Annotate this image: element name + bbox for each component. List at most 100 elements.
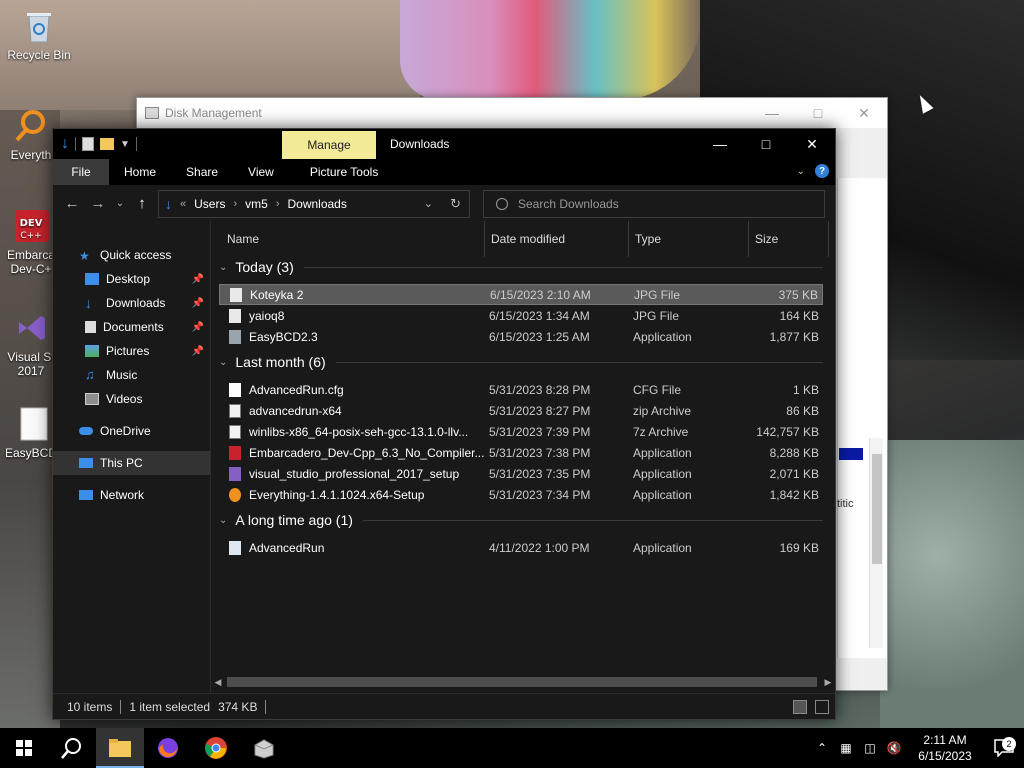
clock[interactable]: 2:11 AM 6/15/2023	[906, 732, 984, 764]
file-row[interactable]: Koteyka 2 6/15/2023 2:10 AM JPG File 375…	[219, 284, 823, 305]
chevron-down-icon: ⌄	[219, 514, 228, 526]
search-icon	[61, 738, 81, 759]
address-bar[interactable]: ↓ « Users › vm5 › Downloads ⌄ ↻	[158, 190, 470, 218]
tab-view[interactable]: View	[233, 159, 289, 185]
file-type: Application	[633, 329, 692, 344]
nav-this-pc[interactable]: This PC	[53, 451, 210, 475]
breadcrumb-overflow[interactable]: «	[180, 198, 186, 210]
customize-qat-icon[interactable]: ▼	[120, 139, 130, 150]
chevron-right-icon[interactable]: ›	[233, 198, 237, 210]
close-icon[interactable]: ✕	[789, 129, 835, 159]
volume-muted-icon[interactable]: 🔇	[882, 741, 906, 755]
security-shield-icon[interactable]: ▦	[834, 741, 858, 755]
nav-quick-access[interactable]: ★ Quick access	[53, 243, 210, 267]
scrollbar-thumb[interactable]	[872, 454, 882, 564]
properties-icon[interactable]	[82, 137, 94, 151]
music-icon: ♫	[85, 367, 95, 382]
file-row[interactable]: Everything-1.4.1.1024.x64-Setup 5/31/202…	[219, 484, 823, 505]
column-size[interactable]: Size	[749, 221, 829, 257]
nav-desktop[interactable]: Desktop 📌	[53, 267, 210, 291]
cfg-file-icon	[229, 382, 241, 397]
group-header-long-time-ago[interactable]: ⌄ A long time ago (1)	[219, 512, 823, 528]
column-type[interactable]: Type	[629, 221, 749, 257]
chevron-down-icon[interactable]: ⌄	[424, 197, 433, 210]
file-size: 86 KB	[786, 403, 819, 418]
file-row[interactable]: winlibs-x86_64-posix-seh-gcc-13.1.0-llv.…	[219, 421, 823, 442]
file-type: Application	[633, 445, 692, 460]
tab-home[interactable]: Home	[109, 159, 171, 185]
column-date-modified[interactable]: Date modified	[485, 221, 629, 257]
tab-share[interactable]: Share	[171, 159, 233, 185]
nav-onedrive[interactable]: OneDrive	[53, 419, 210, 443]
breadcrumb-users[interactable]: Users	[194, 197, 225, 211]
file-row[interactable]: AdvancedRun 4/11/2022 1:00 PM Applicatio…	[219, 537, 823, 558]
group-header-today[interactable]: ⌄ Today (3)	[219, 259, 823, 275]
explorer-titlebar[interactable]: ↓ ▼ Manage Downloads — □ ✕	[53, 129, 835, 159]
nav-network[interactable]: Network	[53, 483, 210, 507]
breadcrumb-downloads[interactable]: Downloads	[287, 197, 346, 211]
details-view-icon[interactable]	[793, 700, 807, 714]
large-icons-view-icon[interactable]	[815, 700, 829, 714]
taskbar-file-explorer[interactable]	[96, 728, 144, 768]
network-status-icon[interactable]: ◫	[858, 741, 882, 755]
file-type: zip Archive	[633, 403, 692, 418]
manage-contextual-tab[interactable]: Manage	[282, 131, 376, 159]
file-size: 1 KB	[792, 382, 819, 397]
search-box[interactable]: Search Downloads	[483, 190, 825, 218]
action-center-button[interactable]: 2	[984, 737, 1024, 757]
file-date: 5/31/2023 7:39 PM	[489, 424, 591, 439]
breadcrumb-vm5[interactable]: vm5	[245, 197, 268, 211]
chevron-up-icon[interactable]: ⌃	[810, 741, 834, 755]
clock-time: 2:11 AM	[923, 733, 967, 747]
scroll-right-icon[interactable]: ▶	[821, 677, 835, 688]
desktop-icon-recycle-bin[interactable]: Recycle Bin	[4, 8, 74, 62]
tab-file[interactable]: File	[53, 159, 109, 185]
maximize-icon[interactable]: □	[795, 105, 841, 121]
everything-search-icon	[15, 110, 45, 142]
nav-videos[interactable]: Videos	[53, 387, 210, 411]
chevron-right-icon[interactable]: ›	[276, 198, 280, 210]
taskbar-firefox[interactable]	[144, 728, 192, 768]
horizontal-scrollbar[interactable]: ◀ ▶	[211, 675, 835, 689]
tab-picture-tools[interactable]: Picture Tools	[295, 159, 393, 185]
close-icon[interactable]: ✕	[841, 105, 887, 122]
minimize-icon[interactable]: —	[749, 105, 795, 121]
file-row[interactable]: EasyBCD2.3 6/15/2023 1:25 AM Application…	[219, 326, 823, 347]
file-row[interactable]: AdvancedRun.cfg 5/31/2023 8:28 PM CFG Fi…	[219, 379, 823, 400]
forward-arrow-icon[interactable]: →	[85, 195, 111, 212]
file-row[interactable]: Embarcadero_Dev-Cpp_6.3_No_Compiler... 5…	[219, 442, 823, 463]
file-row[interactable]: advancedrun-x64 5/31/2023 8:27 PM zip Ar…	[219, 400, 823, 421]
file-row[interactable]: yaioq8 6/15/2023 1:34 AM JPG File 164 KB	[219, 305, 823, 326]
search-icon	[496, 198, 508, 210]
taskbar-chrome[interactable]	[192, 728, 240, 768]
chrome-icon	[205, 737, 227, 759]
nav-music[interactable]: ♫ Music	[53, 363, 210, 387]
desktop-icon	[85, 273, 99, 285]
refresh-icon[interactable]: ↻	[450, 196, 461, 212]
back-arrow-icon[interactable]: ←	[59, 195, 85, 212]
recent-locations-icon[interactable]: ⌄	[111, 198, 129, 209]
scroll-left-icon[interactable]: ◀	[211, 677, 225, 688]
column-name[interactable]: Name	[221, 221, 485, 257]
file-explorer-window[interactable]: ↓ ▼ Manage Downloads — □ ✕ File Home Sha…	[52, 128, 836, 720]
cloud-icon	[79, 427, 93, 435]
application-icon	[229, 329, 241, 344]
disk-management-scrollbar[interactable]	[869, 438, 883, 648]
start-button[interactable]	[0, 728, 48, 768]
nav-pictures[interactable]: Pictures 📌	[53, 339, 210, 363]
nav-documents[interactable]: Documents 📌	[53, 315, 210, 339]
new-folder-icon[interactable]	[100, 138, 114, 150]
help-icon[interactable]: ?	[815, 164, 829, 178]
file-row[interactable]: visual_studio_professional_2017_setup 5/…	[219, 463, 823, 484]
group-header-last-month[interactable]: ⌄ Last month (6)	[219, 354, 823, 370]
nav-downloads[interactable]: ↓ Downloads 📌	[53, 291, 210, 315]
maximize-icon[interactable]: □	[743, 129, 789, 159]
taskbar-installer[interactable]	[240, 728, 288, 768]
up-arrow-icon[interactable]: ↑	[129, 195, 155, 212]
search-button[interactable]	[48, 728, 96, 768]
expand-ribbon-icon[interactable]: ⌄	[797, 166, 805, 177]
recycle-bin-icon	[27, 13, 51, 43]
disk-management-titlebar[interactable]: Disk Management — □ ✕	[137, 98, 887, 128]
minimize-icon[interactable]: —	[697, 129, 743, 159]
scrollbar-thumb[interactable]	[227, 677, 817, 687]
